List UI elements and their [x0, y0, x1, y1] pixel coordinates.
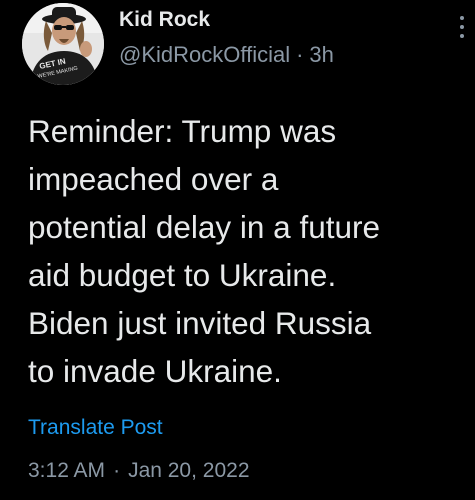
display-name[interactable]: Kid Rock	[119, 8, 210, 32]
separator: ·	[296, 42, 304, 67]
avatar[interactable]: GET IN WE'RE MAKING	[22, 3, 104, 85]
post-date: Jan 20, 2022	[128, 459, 250, 482]
post-time: 3:12 AM	[28, 459, 106, 482]
relative-time[interactable]: 3h	[309, 42, 333, 67]
post-text-line: potential delay in a future	[28, 209, 380, 245]
separator: ·	[113, 459, 121, 482]
avatar-image: GET IN WE'RE MAKING	[22, 3, 104, 85]
post: GET IN WE'RE MAKING Kid Rock @KidRockOff…	[0, 0, 475, 500]
handle[interactable]: @KidRockOfficial	[119, 42, 290, 67]
post-text-line: impeached over a	[28, 161, 279, 197]
translate-post-link[interactable]: Translate Post	[28, 416, 163, 440]
post-text-line: aid budget to Ukraine.	[28, 257, 337, 293]
timestamp[interactable]: 3:12 AM · Jan 20, 2022	[28, 459, 250, 483]
post-text-line: Reminder: Trump was	[28, 113, 337, 149]
post-text: Reminder: Trump was impeached over a pot…	[28, 107, 468, 395]
more-icon[interactable]	[455, 12, 469, 42]
post-text-line: to invade Ukraine.	[28, 353, 282, 389]
post-text-line: Biden just invited Russia	[28, 305, 372, 341]
handle-line: @KidRockOfficial · 3h	[119, 42, 334, 68]
